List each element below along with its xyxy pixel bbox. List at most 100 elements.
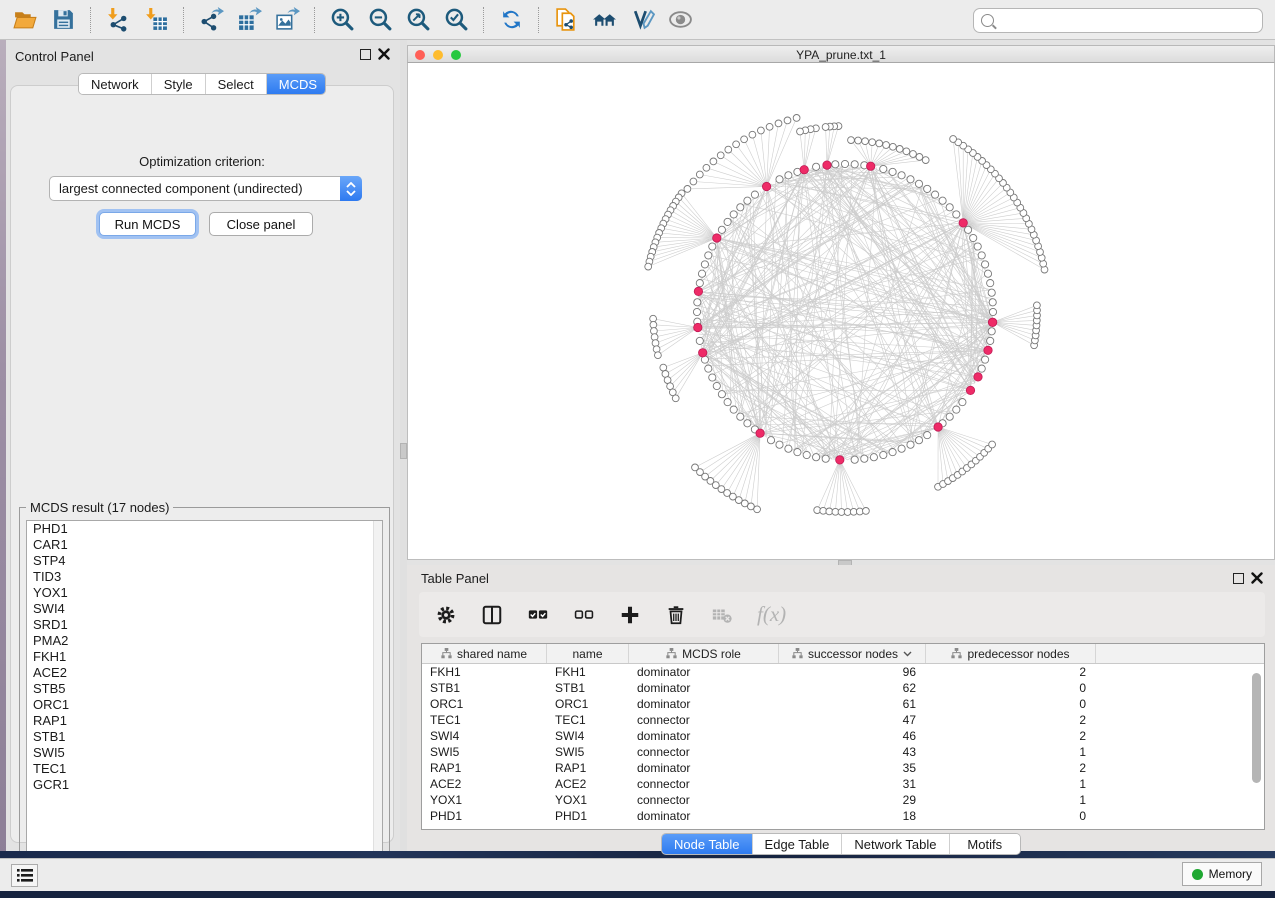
zoom-selected-icon[interactable] [437, 4, 475, 36]
tab-select[interactable]: Select [206, 74, 267, 94]
mcds-result-item[interactable]: ACE2 [27, 665, 382, 681]
table-cell: 61 [779, 697, 926, 711]
mcds-result-item[interactable]: STB1 [27, 729, 382, 745]
table-panel-title: Table Panel [421, 571, 489, 586]
table-cell: SWI4 [422, 729, 547, 743]
tab-network-table[interactable]: Network Table [842, 834, 949, 854]
delete-table-icon[interactable] [711, 604, 733, 626]
vizmapper-icon[interactable] [623, 4, 661, 36]
table-cell: ORC1 [547, 697, 629, 711]
mcds-result-item[interactable]: ORC1 [27, 697, 382, 713]
search-box[interactable] [973, 8, 1263, 33]
control-panel-title: Control Panel [15, 49, 94, 64]
network-window-titlebar[interactable]: YPA_prune.txt_1 [407, 45, 1275, 63]
search-input[interactable] [999, 14, 1255, 28]
node-table[interactable]: shared namenameMCDS rolesuccessor nodesp… [421, 643, 1265, 830]
mcds-result-item[interactable]: GCR1 [27, 777, 382, 793]
mcds-result-item[interactable]: SWI5 [27, 745, 382, 761]
column-view-icon[interactable] [481, 604, 503, 626]
dropdown-stepper-icon [340, 176, 362, 201]
zoom-fit-icon[interactable] [399, 4, 437, 36]
mcds-result-item[interactable]: STP4 [27, 553, 382, 569]
run-mcds-button[interactable]: Run MCDS [99, 212, 196, 236]
table-cell: 47 [779, 713, 926, 727]
save-session-icon[interactable] [44, 4, 82, 36]
mcds-result-item[interactable]: TID3 [27, 569, 382, 585]
mcds-result-item[interactable]: STB5 [27, 681, 382, 697]
tab-node-table[interactable]: Node Table [662, 834, 753, 854]
table-cell: TEC1 [422, 713, 547, 727]
column-header-successor-nodes[interactable]: successor nodes [779, 644, 926, 663]
trash-icon[interactable] [665, 604, 687, 626]
close-panel-icon[interactable] [378, 48, 390, 60]
export-image-icon[interactable] [268, 4, 306, 36]
vertical-splitter[interactable] [400, 40, 407, 858]
tab-edge-table[interactable]: Edge Table [753, 834, 843, 854]
tab-style[interactable]: Style [152, 74, 206, 94]
eye-icon[interactable] [661, 4, 699, 36]
export-network-icon[interactable] [192, 4, 230, 36]
table-scrollbar[interactable] [1252, 668, 1262, 828]
splitter-grip[interactable] [400, 443, 407, 459]
column-header-predecessor-nodes[interactable]: predecessor nodes [926, 644, 1096, 663]
float-panel-icon[interactable] [360, 49, 371, 60]
mcds-result-item[interactable]: RAP1 [27, 713, 382, 729]
homes-icon[interactable] [585, 4, 623, 36]
column-header-shared-name[interactable]: shared name [422, 644, 547, 663]
column-header-filler [1096, 644, 1264, 663]
tab-motifs[interactable]: Motifs [950, 834, 1020, 854]
function-builder-icon[interactable]: f(x) [757, 602, 786, 627]
mcds-result-item[interactable]: FKH1 [27, 649, 382, 665]
table-row[interactable]: TEC1TEC1connector472 [422, 712, 1264, 728]
table-cell: FKH1 [422, 665, 547, 679]
table-cell: 2 [926, 761, 1096, 775]
column-header-name[interactable]: name [547, 644, 629, 663]
toolbar-divider [538, 7, 539, 33]
table-row[interactable]: ORC1ORC1dominator610 [422, 696, 1264, 712]
table-row[interactable]: FKH1FKH1dominator962 [422, 664, 1264, 680]
refresh-layout-icon[interactable] [492, 4, 530, 36]
float-table-panel-icon[interactable] [1233, 573, 1244, 584]
mcds-result-item[interactable]: PMA2 [27, 633, 382, 649]
mcds-result-item[interactable]: TEC1 [27, 761, 382, 777]
export-table-icon[interactable] [230, 4, 268, 36]
table-row[interactable]: PHD1PHD1dominator180 [422, 808, 1264, 824]
zoom-out-icon[interactable] [361, 4, 399, 36]
mcds-result-item[interactable]: CAR1 [27, 537, 382, 553]
mcds-result-item[interactable]: YOX1 [27, 585, 382, 601]
open-folder-icon[interactable] [6, 4, 44, 36]
add-icon[interactable] [619, 604, 641, 626]
import-network-icon[interactable] [99, 4, 137, 36]
table-row[interactable]: SWI4SWI4dominator462 [422, 728, 1264, 744]
task-history-button[interactable] [11, 864, 38, 887]
table-row[interactable]: YOX1YOX1connector291 [422, 792, 1264, 808]
gear-icon[interactable] [435, 604, 457, 626]
tab-mcds[interactable]: MCDS [267, 74, 326, 94]
table-cell: 0 [926, 697, 1096, 711]
list-scrollbar[interactable] [373, 521, 382, 871]
deselect-all-icon[interactable] [573, 604, 595, 626]
zoom-in-icon[interactable] [323, 4, 361, 36]
mcds-result-list[interactable]: PHD1CAR1STP4TID3YOX1SWI4SRD1PMA2FKH1ACE2… [26, 520, 383, 872]
table-cell: PHD1 [547, 809, 629, 823]
mcds-result-item[interactable]: SWI4 [27, 601, 382, 617]
column-header-MCDS-role[interactable]: MCDS role [629, 644, 779, 663]
mcds-result-item[interactable]: PHD1 [27, 521, 382, 537]
table-row[interactable]: STB1STB1dominator620 [422, 680, 1264, 696]
optimization-criterion-dropdown[interactable]: largest connected component (undirected) [49, 176, 362, 201]
close-table-panel-icon[interactable] [1251, 572, 1263, 584]
close-panel-button[interactable]: Close panel [209, 212, 313, 236]
tab-network[interactable]: Network [79, 74, 152, 94]
memory-button[interactable]: Memory [1182, 862, 1262, 886]
table-row[interactable]: ACE2ACE2connector311 [422, 776, 1264, 792]
network-canvas[interactable] [407, 63, 1275, 560]
scrollbar-thumb[interactable] [1252, 673, 1261, 783]
table-cell: SWI4 [547, 729, 629, 743]
document-share-icon[interactable] [547, 4, 585, 36]
table-cell: YOX1 [422, 793, 547, 807]
table-row[interactable]: SWI5SWI5connector431 [422, 744, 1264, 760]
select-all-icon[interactable] [527, 604, 549, 626]
table-row[interactable]: RAP1RAP1dominator352 [422, 760, 1264, 776]
mcds-result-item[interactable]: SRD1 [27, 617, 382, 633]
import-table-icon[interactable] [137, 4, 175, 36]
